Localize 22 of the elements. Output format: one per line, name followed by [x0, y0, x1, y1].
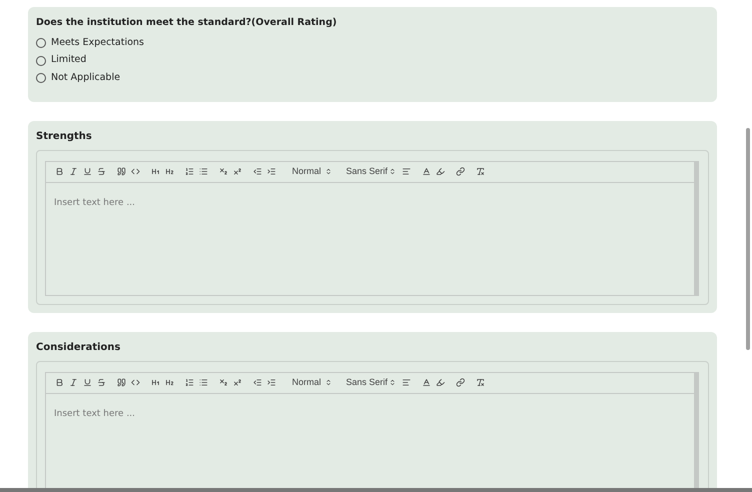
up-down-arrows-icon: [325, 168, 332, 176]
option-label: Meets Expectations: [51, 36, 144, 50]
up-down-arrows-icon: [325, 379, 332, 386]
font-picker[interactable]: Sans Serif: [346, 376, 396, 390]
scrollbar-thumb[interactable]: [746, 128, 750, 350]
section-title: Strengths: [36, 130, 93, 144]
option-label: Limited: [51, 53, 86, 68]
editor-input[interactable]: Insert text here ...: [46, 394, 694, 492]
placeholder: Insert text here ...: [54, 408, 136, 419]
radio-button[interactable]: [36, 56, 46, 66]
radio-button[interactable]: [36, 38, 46, 48]
radio-button[interactable]: [36, 73, 46, 83]
header-picker[interactable]: Normal: [292, 376, 332, 390]
up-down-arrows-icon: [388, 168, 396, 176]
up-down-arrows-icon: [388, 379, 396, 386]
question-label: Does the institution meet the standard?(Overall Rating): [36, 16, 338, 30]
header-picker[interactable]: Normal: [292, 165, 332, 178]
editor-input[interactable]: Insert text here ...: [46, 182, 694, 295]
font-picker[interactable]: Sans Serif: [346, 165, 396, 178]
section-title: Considerations: [36, 340, 122, 355]
option-label: Not Applicable: [51, 70, 120, 85]
placeholder: Insert text here ...: [54, 198, 136, 208]
